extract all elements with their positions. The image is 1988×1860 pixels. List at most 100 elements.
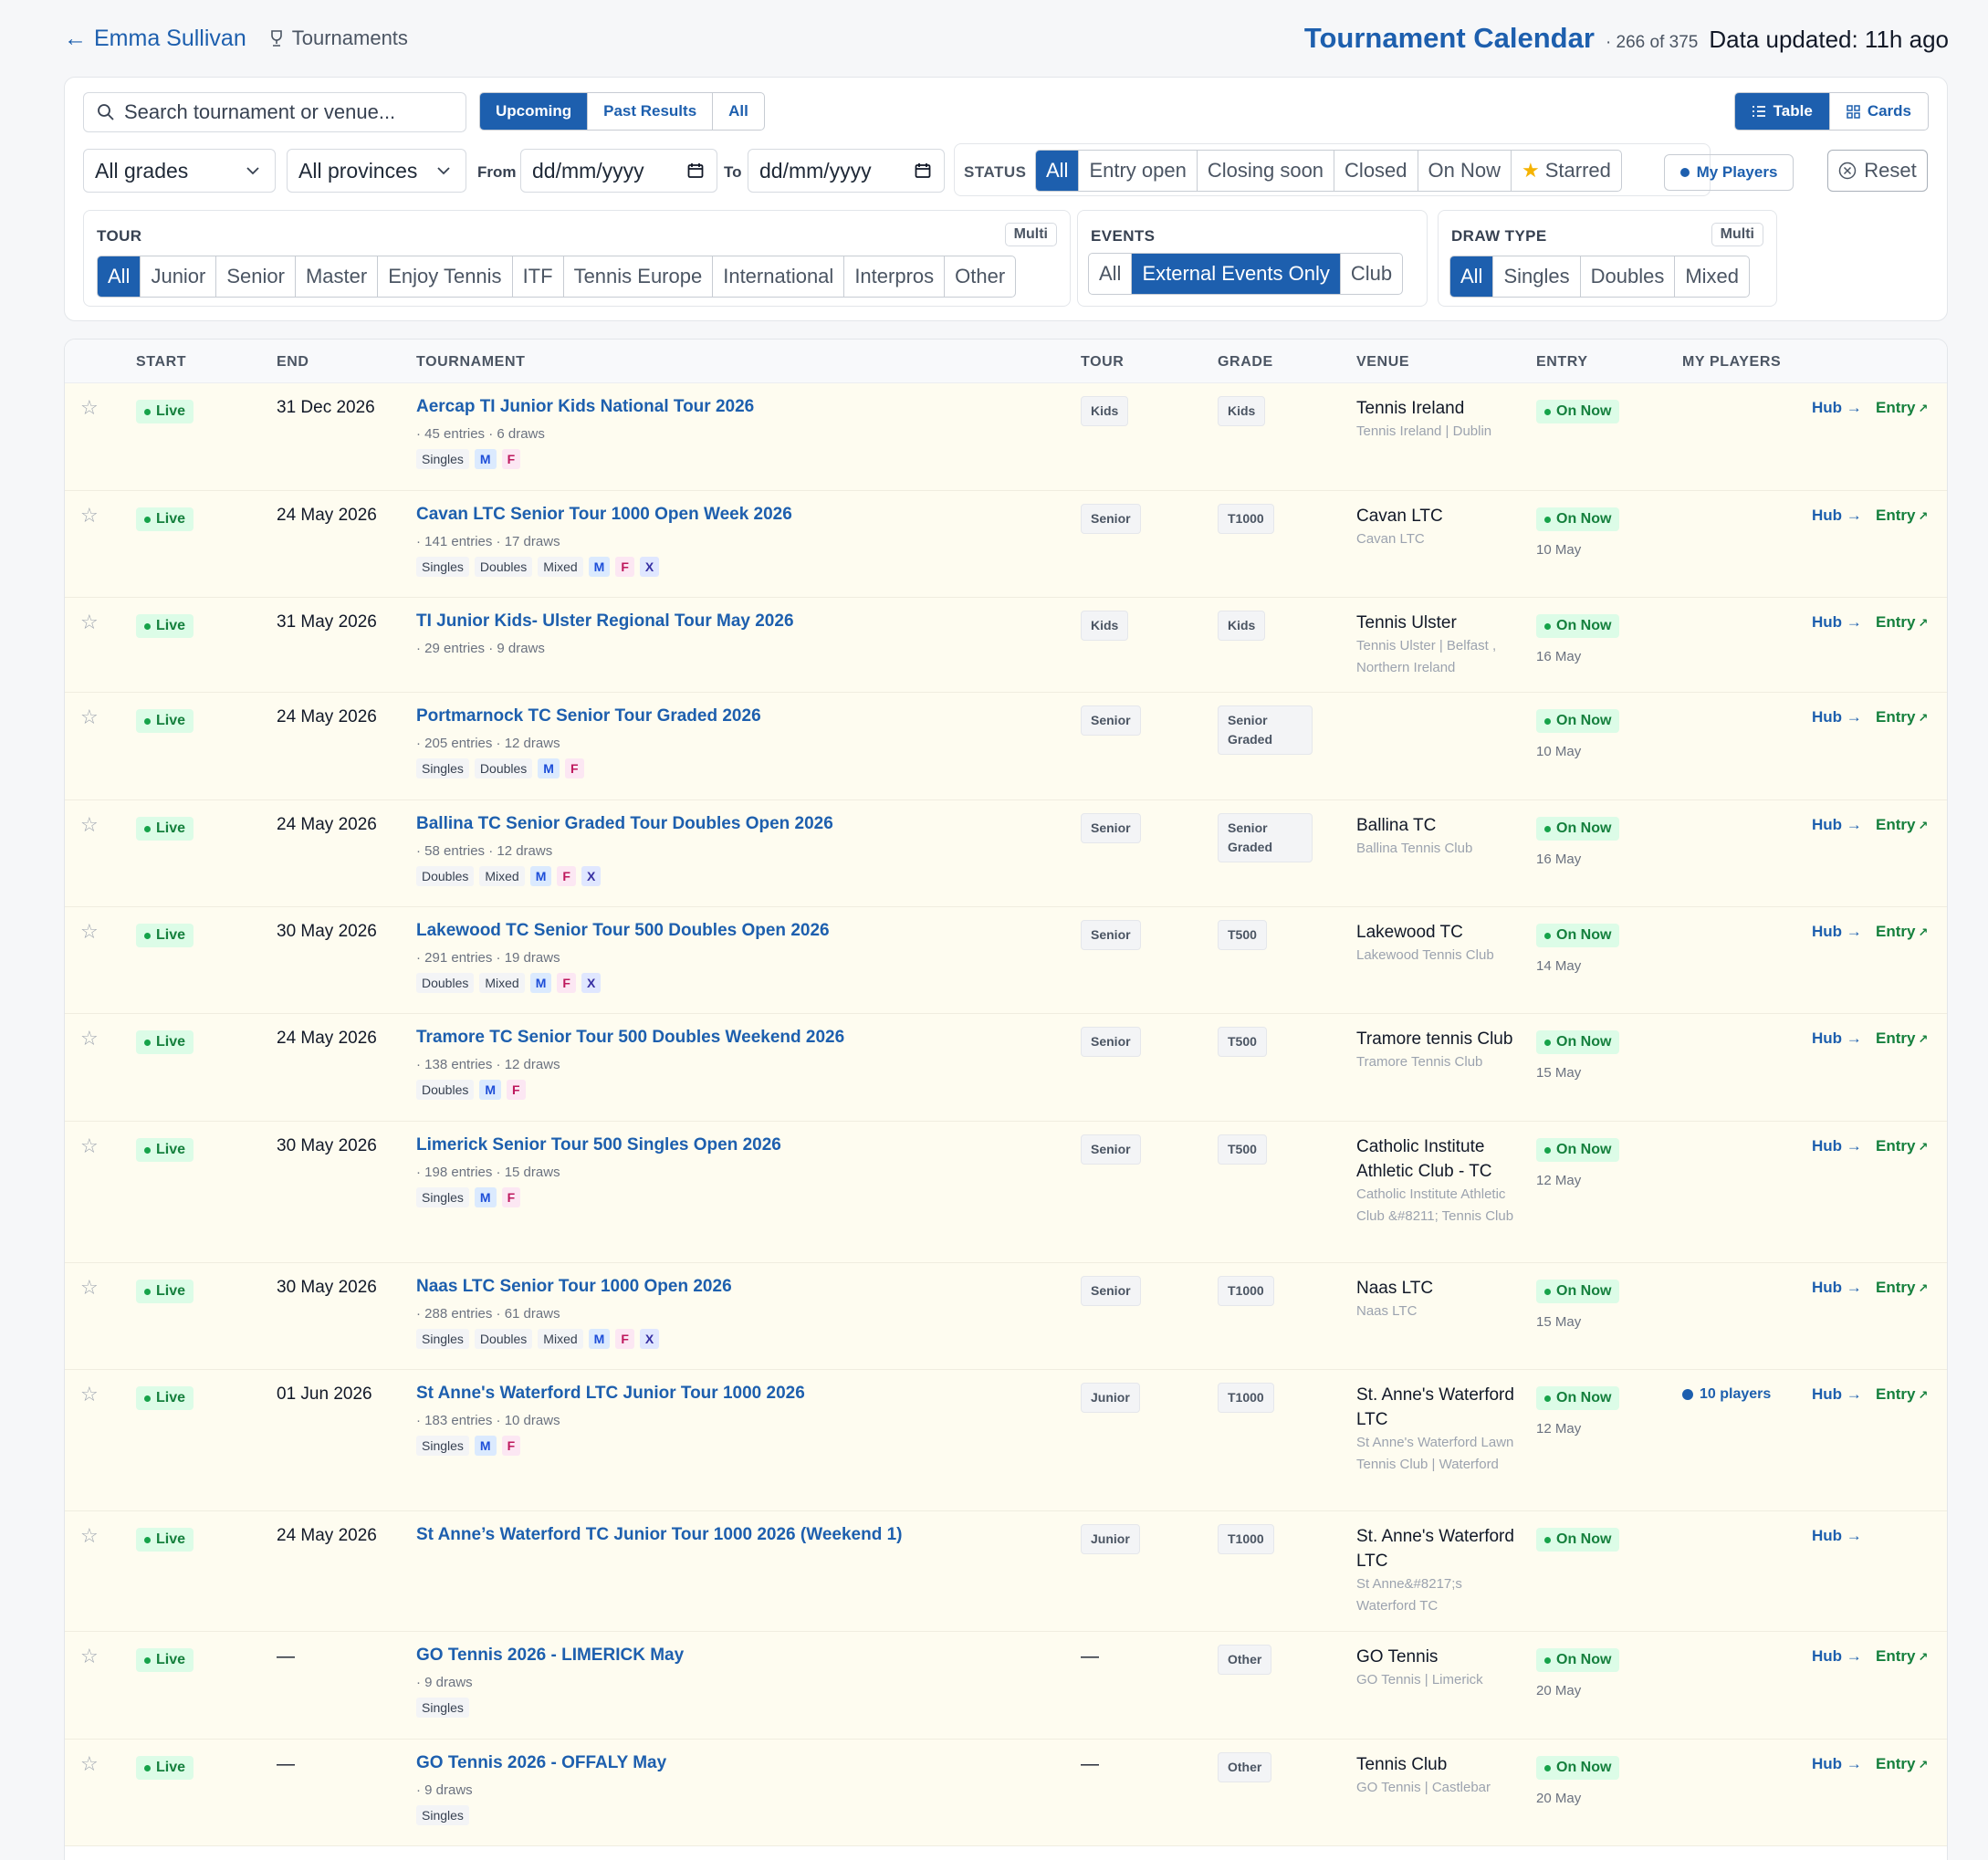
tournament-link[interactable]: Cavan LTC Senior Tour 1000 Open Week 202… <box>416 505 1055 525</box>
draw-mixed[interactable]: Mixed <box>1675 256 1749 297</box>
star-icon[interactable]: ☆ <box>80 1027 99 1050</box>
hub-link[interactable]: Hub → <box>1812 1385 1862 1404</box>
hub-link[interactable]: Hub → <box>1812 708 1862 726</box>
star-icon[interactable]: ☆ <box>80 1276 99 1300</box>
col-grade[interactable]: GRADE <box>1218 354 1273 371</box>
draw-multi-toggle[interactable]: Multi <box>1711 223 1763 246</box>
tournament-link[interactable]: GO Tennis 2026 - OFFALY May <box>416 1753 1055 1773</box>
entry-link[interactable]: Entry ↗ <box>1876 708 1928 726</box>
tab-upcoming[interactable]: Upcoming <box>480 93 589 130</box>
entry-link[interactable]: Entry ↗ <box>1876 1279 1928 1297</box>
tab-all[interactable]: All <box>713 93 764 130</box>
tournament-link[interactable]: Limerick Senior Tour 500 Singles Open 20… <box>416 1135 1055 1155</box>
star-icon[interactable]: ☆ <box>80 396 99 420</box>
star-icon[interactable]: ☆ <box>80 504 99 528</box>
col-entry[interactable]: ENTRY <box>1536 354 1588 371</box>
events-external-only[interactable]: External Events Only <box>1132 254 1341 294</box>
tour-enjoy-tennis[interactable]: Enjoy Tennis <box>378 256 513 297</box>
tournament-link[interactable]: Aercap TI Junior Kids National Tour 2026 <box>416 397 1055 417</box>
entry-link[interactable]: Entry ↗ <box>1876 399 1928 417</box>
status-all[interactable]: All <box>1036 151 1080 191</box>
crumb-tournaments[interactable]: Tournaments <box>268 26 408 50</box>
entry-link[interactable]: Entry ↗ <box>1876 816 1928 834</box>
tour-international[interactable]: International <box>713 256 845 297</box>
provinces-select[interactable]: All provinces <box>287 149 466 193</box>
col-end[interactable]: END <box>277 354 309 371</box>
tournament-link[interactable]: GO Tennis 2026 - LIMERICK May <box>416 1646 1055 1666</box>
entry-link[interactable]: Entry ↗ <box>1876 923 1928 941</box>
status-closing-soon[interactable]: Closing soon <box>1198 151 1335 191</box>
star-icon[interactable]: ☆ <box>80 1752 99 1776</box>
events-club[interactable]: Club <box>1341 254 1402 294</box>
hub-link[interactable]: Hub → <box>1812 613 1862 632</box>
col-my-players[interactable]: MY PLAYERS <box>1682 354 1781 371</box>
tour-multi-toggle[interactable]: Multi <box>1004 223 1057 246</box>
tour-interpros[interactable]: Interpros <box>844 256 946 297</box>
entry-link[interactable]: Entry ↗ <box>1876 507 1928 525</box>
col-tournament[interactable]: TOURNAMENT <box>416 354 525 371</box>
status-closed[interactable]: Closed <box>1334 151 1418 191</box>
tournament-link[interactable]: Tramore TC Senior Tour 500 Doubles Weeke… <box>416 1028 1055 1048</box>
to-date-input[interactable]: dd/mm/yyyy <box>748 149 945 193</box>
hub-link[interactable]: Hub → <box>1812 1137 1862 1155</box>
entry-link[interactable]: Entry ↗ <box>1876 1755 1928 1773</box>
hub-link[interactable]: Hub → <box>1812 1755 1862 1773</box>
entry-link[interactable]: Entry ↗ <box>1876 1137 1928 1155</box>
star-icon[interactable]: ☆ <box>80 705 99 729</box>
from-date-input[interactable]: dd/mm/yyyy <box>520 149 717 193</box>
search-input[interactable]: Search tournament or venue... <box>83 92 466 132</box>
draw-all[interactable]: All <box>1450 256 1494 297</box>
hub-link[interactable]: Hub → <box>1812 1527 1862 1545</box>
tour-other[interactable]: Other <box>945 256 1015 297</box>
draw-doubles[interactable]: Doubles <box>1581 256 1676 297</box>
back-link[interactable]: ← Emma Sullivan <box>64 26 246 52</box>
tour-junior[interactable]: Junior <box>141 256 217 297</box>
view-cards-button[interactable]: Cards <box>1830 93 1928 130</box>
tournament-link[interactable]: Ballina TC Senior Graded Tour Doubles Op… <box>416 814 1055 834</box>
col-start[interactable]: START <box>136 354 186 371</box>
view-table-button[interactable]: Table <box>1734 93 1830 130</box>
status-on-now[interactable]: On Now <box>1418 151 1512 191</box>
hub-link[interactable]: Hub → <box>1812 399 1862 417</box>
star-icon[interactable]: ☆ <box>80 1383 99 1406</box>
star-icon[interactable]: ☆ <box>80 1134 99 1158</box>
hub-link[interactable]: Hub → <box>1812 507 1862 525</box>
tournament-link[interactable]: Naas LTC Senior Tour 1000 Open 2026 <box>416 1277 1055 1297</box>
hub-link[interactable]: Hub → <box>1812 1647 1862 1666</box>
tab-past-results[interactable]: Past Results <box>588 93 714 130</box>
status-entry-open[interactable]: Entry open <box>1079 151 1198 191</box>
star-icon[interactable]: ☆ <box>80 920 99 944</box>
tournament-link[interactable]: St Anne's Waterford LTC Junior Tour 1000… <box>416 1384 1055 1404</box>
reset-button[interactable]: Reset <box>1827 150 1928 192</box>
hub-link[interactable]: Hub → <box>1812 1029 1862 1048</box>
tour-itf[interactable]: ITF <box>513 256 564 297</box>
hub-link[interactable]: Hub → <box>1812 816 1862 834</box>
star-icon[interactable]: ☆ <box>80 1645 99 1668</box>
entry-link[interactable]: Entry ↗ <box>1876 1647 1928 1666</box>
tournament-link[interactable]: St Anne’s Waterford TC Junior Tour 1000 … <box>416 1525 1055 1545</box>
tour-tennis-europe[interactable]: Tennis Europe <box>564 256 714 297</box>
status-starred[interactable]: ★ Starred <box>1512 151 1621 191</box>
my-players-link[interactable]: 10 players <box>1682 1386 1771 1403</box>
tour-master[interactable]: Master <box>296 256 379 297</box>
hub-link[interactable]: Hub → <box>1812 1279 1862 1297</box>
tour-senior[interactable]: Senior <box>216 256 296 297</box>
hub-link[interactable]: Hub → <box>1812 923 1862 941</box>
entry-link[interactable]: Entry ↗ <box>1876 613 1928 632</box>
star-icon[interactable]: ☆ <box>80 813 99 837</box>
tour-all[interactable]: All <box>98 256 141 297</box>
tournament-link[interactable]: TI Junior Kids- Ulster Regional Tour May… <box>416 611 1055 632</box>
my-players-button[interactable]: My Players <box>1664 154 1794 191</box>
entry-link[interactable]: Entry ↗ <box>1876 1385 1928 1404</box>
col-tour[interactable]: TOUR <box>1081 354 1124 371</box>
live-dot-icon <box>144 516 151 523</box>
tournament-link[interactable]: Lakewood TC Senior Tour 500 Doubles Open… <box>416 921 1055 941</box>
star-icon[interactable]: ☆ <box>80 611 99 634</box>
star-icon[interactable]: ☆ <box>80 1524 99 1548</box>
col-venue[interactable]: VENUE <box>1356 354 1409 371</box>
grades-select[interactable]: All grades <box>83 149 276 193</box>
events-all[interactable]: All <box>1089 254 1133 294</box>
entry-link[interactable]: Entry ↗ <box>1876 1029 1928 1048</box>
draw-singles[interactable]: Singles <box>1493 256 1581 297</box>
tournament-link[interactable]: Portmarnock TC Senior Tour Graded 2026 <box>416 706 1055 726</box>
